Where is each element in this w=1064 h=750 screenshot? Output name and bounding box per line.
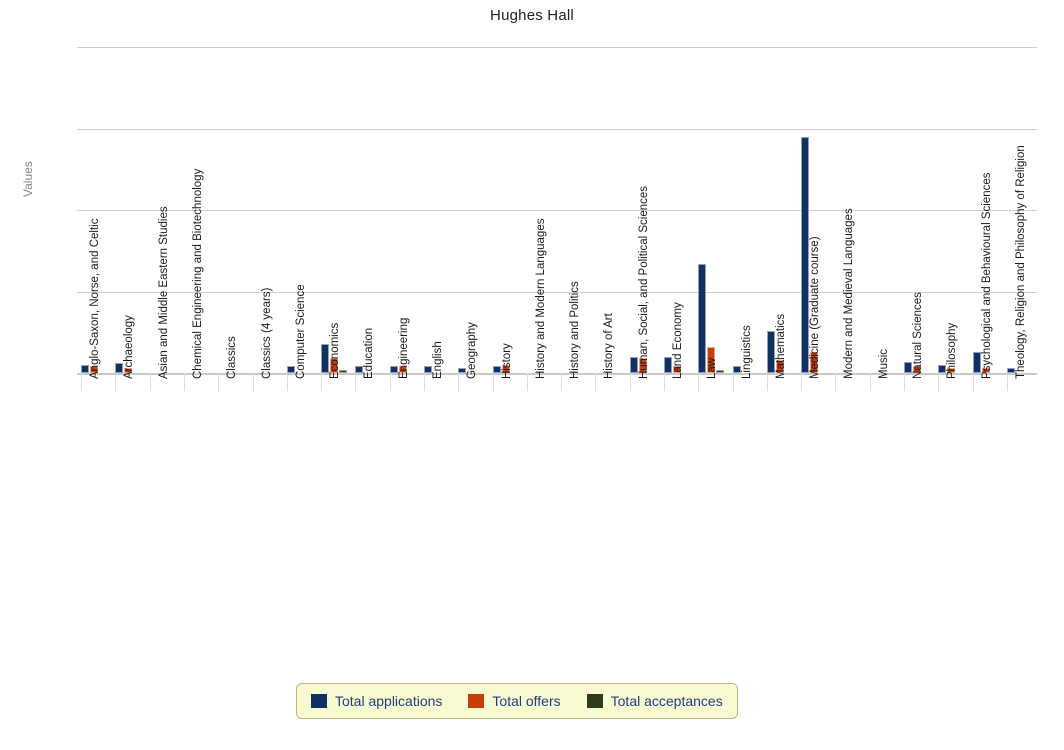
bar-group[interactable] bbox=[355, 47, 382, 373]
x-axis-tick bbox=[458, 373, 460, 391]
legend-color-swatch bbox=[586, 694, 603, 708]
x-axis-tick-label: Psychological and Behavioural Sciences bbox=[980, 172, 993, 379]
x-axis-tick-label: Classics bbox=[226, 336, 239, 379]
bar[interactable] bbox=[321, 343, 330, 373]
x-axis-tick-label: Education bbox=[363, 327, 376, 379]
x-axis-tick-label: Linguistics bbox=[740, 325, 753, 379]
x-axis-tick-label: Classics (4 years) bbox=[260, 287, 273, 379]
bar-group[interactable] bbox=[424, 47, 451, 373]
bar[interactable] bbox=[698, 263, 707, 373]
x-axis-tick bbox=[904, 373, 905, 391]
x-axis-tick bbox=[252, 373, 254, 391]
x-axis-tick bbox=[561, 373, 563, 391]
x-axis-tick-label: History bbox=[500, 343, 513, 379]
chart-legend: Total applications Total offers Total acce… bbox=[296, 683, 738, 719]
bar[interactable] bbox=[801, 136, 810, 373]
x-axis-tick bbox=[664, 373, 665, 391]
x-axis-tick bbox=[81, 373, 83, 391]
x-axis: Anglo-Saxon, Norse, and Celtic Archaeolog… bbox=[77, 145, 1037, 673]
x-axis-tick bbox=[629, 373, 631, 391]
x-axis-tick bbox=[972, 373, 974, 391]
y-axis-title: Values bbox=[21, 161, 35, 197]
bar[interactable] bbox=[904, 361, 912, 373]
x-axis-tick-label: Law bbox=[706, 357, 719, 379]
x-axis-tick bbox=[149, 373, 151, 391]
bar[interactable] bbox=[81, 364, 90, 373]
bar[interactable] bbox=[629, 356, 638, 373]
x-axis-tick bbox=[732, 373, 734, 391]
x-axis-tick-label: Computer Science bbox=[294, 284, 307, 379]
x-axis-tick bbox=[801, 373, 803, 391]
x-axis-tick bbox=[115, 373, 117, 391]
x-axis-tick-label: Anglo-Saxon, Norse, and Celtic bbox=[89, 218, 102, 379]
x-axis-tick bbox=[389, 373, 391, 391]
chart-title: Hughes Hall bbox=[490, 7, 574, 24]
bar-group[interactable] bbox=[492, 47, 520, 373]
x-axis-tick bbox=[492, 373, 494, 391]
legend-item[interactable]: Total acceptances bbox=[586, 693, 723, 709]
legend-label: Total offers bbox=[492, 693, 561, 709]
bar[interactable] bbox=[972, 351, 981, 373]
x-axis-tick bbox=[766, 373, 768, 391]
x-axis-tick bbox=[286, 373, 288, 391]
x-axis-tick bbox=[184, 373, 185, 391]
x-axis-tick bbox=[321, 373, 323, 391]
legend-color-swatch bbox=[311, 694, 327, 708]
bar[interactable] bbox=[664, 356, 672, 373]
x-axis-tick-label: Natural Sciences bbox=[912, 292, 924, 379]
legend-item[interactable]: Total offers bbox=[468, 693, 561, 709]
x-axis-tick-label: Theology, Religion and Philosophy of Rel… bbox=[1014, 145, 1027, 379]
legend-item[interactable]: Total applications bbox=[311, 693, 442, 709]
x-axis-tick-label: Economics bbox=[329, 322, 342, 379]
bar-group[interactable] bbox=[698, 47, 725, 373]
x-axis-tick-label: Archaeology bbox=[123, 315, 136, 379]
x-axis-tick-label: History and Modern Languages bbox=[534, 218, 547, 379]
x-axis-tick-label: Geography bbox=[466, 322, 479, 379]
x-axis-tick-label: History and Politics bbox=[569, 281, 582, 379]
bar-chart: Hughes Hall Values 050100150200 Anglo-Sa… bbox=[0, 0, 1064, 750]
x-axis-tick-label: History of Art bbox=[603, 313, 616, 379]
bar[interactable] bbox=[766, 330, 775, 373]
x-axis-tick bbox=[835, 373, 837, 391]
x-axis-tick-label: Philosophy bbox=[946, 322, 959, 379]
x-axis-tick-label: Engineering bbox=[397, 317, 410, 379]
x-axis-tick bbox=[938, 373, 940, 391]
x-axis-tick bbox=[869, 373, 871, 391]
bar-group[interactable] bbox=[870, 47, 897, 373]
x-axis-tick-label: English bbox=[432, 341, 444, 379]
x-axis-tick bbox=[698, 373, 700, 391]
x-axis-tick bbox=[424, 373, 425, 391]
x-axis-tick-label: Medicine (Graduate course) bbox=[809, 236, 822, 379]
legend-label: Total applications bbox=[335, 693, 443, 709]
x-axis-tick-label: Human, Social, and Political Sciences bbox=[637, 185, 650, 379]
x-axis-tick-label: Chemical Engineering and Biotechnology bbox=[192, 168, 204, 379]
x-axis-tick bbox=[526, 373, 528, 391]
x-axis-tick bbox=[355, 373, 357, 391]
x-axis-tick-label: Music bbox=[877, 348, 890, 379]
bar-group[interactable] bbox=[218, 47, 245, 373]
x-axis-tick-label: Asian and Middle Eastern Studies bbox=[157, 206, 170, 379]
x-axis-tick bbox=[1006, 373, 1008, 391]
x-axis-tick-label: Modern and Medieval Languages bbox=[843, 208, 856, 379]
legend-color-swatch bbox=[468, 694, 485, 708]
x-axis-tick-label: Land Economy bbox=[672, 302, 684, 379]
x-axis-tick-label: Mathematics bbox=[774, 313, 787, 379]
legend-label: Total acceptances bbox=[610, 693, 723, 709]
x-axis-tick bbox=[218, 373, 220, 391]
plot-area: Values 050100150200 bbox=[21, 47, 1037, 375]
x-axis-tick bbox=[595, 373, 597, 391]
